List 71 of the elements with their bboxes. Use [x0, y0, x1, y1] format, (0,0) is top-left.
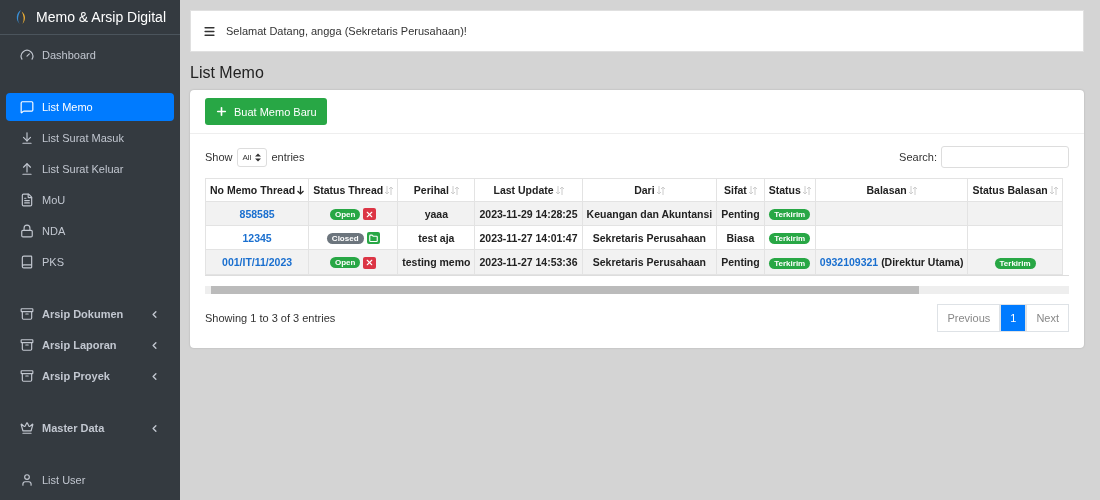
- column-header[interactable]: Dari: [582, 178, 717, 202]
- column-header[interactable]: Balasan: [815, 178, 968, 202]
- reply-link[interactable]: 0932109321: [819, 256, 879, 269]
- crown-icon: [20, 421, 34, 435]
- gauge-icon: [20, 48, 34, 62]
- arrow-down-icon: [20, 131, 34, 145]
- sidebar-item[interactable]: NDA: [6, 217, 174, 245]
- status-badge: Terkirim: [769, 257, 811, 269]
- welcome-text: Selamat Datang, angga (Sekretaris Perusahaan)!: [226, 25, 467, 37]
- sidebar-item[interactable]: Arsip Proyek: [6, 362, 174, 390]
- search-label: Search:: [899, 151, 937, 163]
- memo-link[interactable]: 858585: [239, 207, 275, 220]
- lock-icon: [20, 224, 34, 238]
- thread-status-badge: Closed: [326, 233, 364, 245]
- column-header[interactable]: No Memo Thread: [205, 178, 309, 202]
- archive-icon: [20, 338, 34, 352]
- folder-icon: [368, 233, 378, 243]
- sidebar-item[interactable]: List Surat Masuk: [6, 124, 174, 152]
- sidebar-item[interactable]: List User: [6, 466, 174, 494]
- table-cell: 2023-11-27 14:53:36: [474, 249, 583, 275]
- column-header[interactable]: Status Thread: [308, 178, 398, 202]
- close-icon: [365, 258, 375, 268]
- sidebar-item[interactable]: Dashboard: [6, 41, 174, 69]
- entries-select[interactable]: All: [236, 147, 268, 167]
- sidebar-item[interactable]: List Memo: [6, 93, 174, 121]
- document-icon: [20, 193, 34, 207]
- memo-link[interactable]: 12345: [242, 231, 272, 244]
- column-header[interactable]: Sifat: [716, 178, 765, 202]
- user-icon: [20, 473, 34, 487]
- sidebar-item[interactable]: Arsip Dokumen: [6, 300, 174, 328]
- reply-sender: (Direktur Utama): [881, 256, 964, 269]
- open-folder-button[interactable]: [366, 232, 380, 245]
- arrow-up-icon: [20, 162, 34, 176]
- close-icon: [365, 209, 375, 219]
- table-cell: 2023-11-27 14:01:47: [474, 225, 583, 250]
- page-title: List Memo: [190, 64, 265, 82]
- sidebar-item[interactable]: Master Data: [6, 414, 174, 442]
- page-button[interactable]: 1: [1000, 303, 1027, 332]
- horizontal-scrollbar[interactable]: [205, 285, 1069, 294]
- select-arrows-icon: [255, 152, 262, 162]
- app-title: Memo & Arsip Digital: [36, 9, 166, 25]
- menu-icon[interactable]: [203, 24, 216, 38]
- memo-link[interactable]: 001/IT/11/2023: [222, 256, 293, 269]
- status-badge: Terkirim: [769, 209, 811, 221]
- table-cell: Keuangan dan Akuntansi: [582, 201, 717, 226]
- archive-icon: [20, 369, 34, 383]
- column-header[interactable]: Perihal: [397, 178, 475, 202]
- entries-label: entries: [271, 151, 305, 163]
- sidebar-item[interactable]: List Surat Keluar: [6, 155, 174, 183]
- status-badge: Terkirim: [994, 257, 1036, 269]
- table-cell: Sekretaris Perusahaan: [582, 249, 717, 275]
- close-thread-button[interactable]: [363, 256, 377, 269]
- sidebar-item[interactable]: MoU: [6, 186, 174, 214]
- column-header[interactable]: Last Update: [474, 178, 583, 202]
- close-thread-button[interactable]: [363, 208, 377, 221]
- sidebar-item[interactable]: Arsip Laporan: [6, 331, 174, 359]
- status-badge: Terkirim: [769, 233, 811, 245]
- book-icon: [20, 255, 34, 269]
- sidebar-item[interactable]: PKS: [6, 248, 174, 276]
- entries-info: Showing 1 to 3 of 3 entries: [205, 311, 336, 324]
- column-header[interactable]: Status: [764, 178, 816, 202]
- search-field[interactable]: [941, 146, 1069, 168]
- archive-icon: [20, 307, 34, 321]
- message-icon: [20, 100, 34, 114]
- plus-icon: [215, 105, 228, 118]
- table-cell: 2023-11-29 14:28:25: [474, 201, 583, 226]
- show-label: Show: [205, 151, 233, 163]
- column-header[interactable]: Status Balasan: [967, 178, 1063, 202]
- thread-status-badge: Open: [329, 257, 361, 269]
- table-cell: Sekretaris Perusahaan: [582, 225, 717, 250]
- thread-status-badge: Open: [329, 209, 361, 220]
